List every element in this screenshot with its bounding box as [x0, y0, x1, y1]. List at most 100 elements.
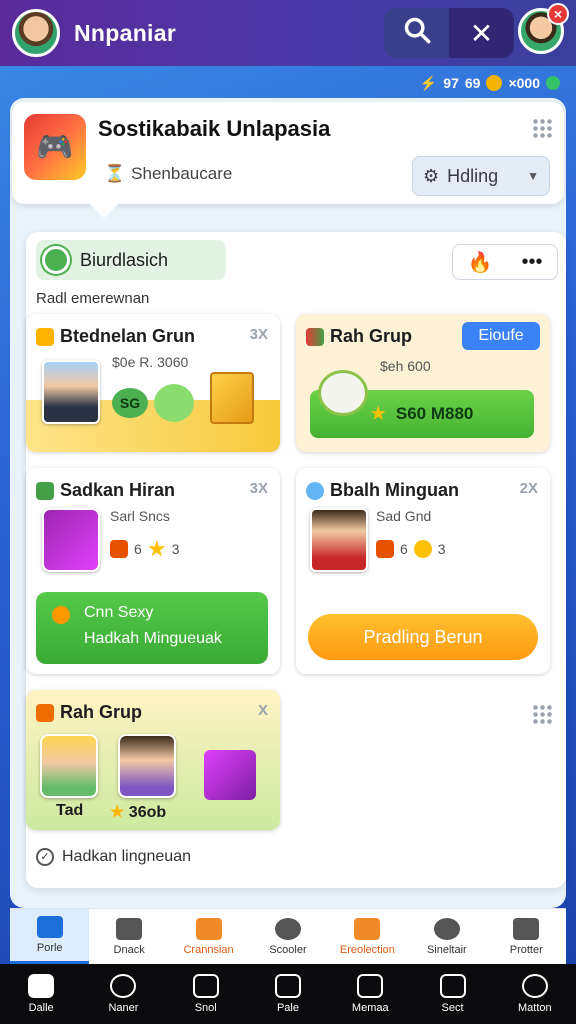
badge-count: 6: [134, 541, 142, 557]
tab-label: Sineltair: [426, 943, 467, 956]
house-icon: [274, 974, 301, 998]
search-button[interactable]: [384, 8, 449, 58]
footer-check-label: Hadkan lingneuan: [62, 848, 191, 865]
clock-icon: [110, 974, 137, 998]
nav-pale[interactable]: Pale: [247, 964, 329, 1024]
group-card-2[interactable]: Rah Grup Eioufe $eh 600 ★ S60 M880: [296, 314, 550, 452]
nav-naner[interactable]: Naner: [82, 964, 164, 1024]
tab-sineltair[interactable]: Sineltair: [407, 909, 486, 964]
group-card-title: Rah Grup: [330, 326, 413, 346]
tab-scooler[interactable]: Scooler: [248, 909, 327, 964]
check-circle-icon: ✓: [36, 848, 54, 866]
badge-value: 3: [437, 541, 446, 557]
member-avatar: [118, 734, 176, 798]
tab-label: Crannsian: [183, 943, 234, 956]
group-icon: [36, 703, 54, 722]
banner-subtitle: Shenbaucare: [131, 164, 233, 183]
group-card-title: Rah Grup: [60, 702, 143, 722]
more-options-button[interactable]: 🔥 •••: [452, 244, 558, 280]
content-panel: 🎮 Sostikabaik Unlapasia ⏳ Shenbaucare ⚙ …: [10, 98, 566, 908]
tab-ereolection[interactable]: Ereolection: [328, 909, 407, 964]
group-card-title-row: Bbalh Minguan: [306, 480, 459, 501]
nav-label: Pale: [276, 1002, 299, 1014]
bottom-navigation: Dalle Naner Snol Pale Memaa Sect Matton: [0, 964, 576, 1024]
status-value-1: 97: [443, 75, 459, 91]
gift-box-icon: [210, 372, 254, 424]
group-card-title: Bbalh Minguan: [330, 480, 459, 500]
clock-icon: [433, 917, 460, 940]
tab-crannsian[interactable]: Crannsian: [169, 909, 248, 964]
group-card-banner[interactable]: Cnn Sexy Hadkah Mingueuak: [36, 592, 268, 664]
primary-action-button[interactable]: Pradling Berun: [308, 614, 538, 660]
group-card-5[interactable]: Rah Grup X Tad ★ 36ob: [26, 690, 280, 830]
tab-home[interactable]: Porle: [10, 909, 90, 964]
section-pill[interactable]: Biurdlasich: [36, 240, 226, 280]
status-strip: ⚡ 97 69 ×000: [420, 72, 560, 94]
square-icon: [192, 974, 219, 998]
group-card-1[interactable]: Btednelan Grun 3X $0e R. 3060 SG: [26, 314, 280, 452]
nav-label: Sect: [441, 1002, 464, 1014]
coin-icon: [52, 606, 70, 624]
dismiss-button[interactable]: 3X: [250, 480, 268, 497]
fire-icon: 🔥: [467, 251, 493, 274]
medal-icon: [110, 540, 128, 558]
star-icon: [148, 540, 166, 557]
sort-dropdown[interactable]: ⚙ Hdling ▼: [412, 156, 550, 196]
banner-title: Cnn Sexy: [84, 604, 154, 621]
join-button[interactable]: Eioufe: [462, 322, 540, 350]
group-card-title-row: Rah Grup: [36, 702, 142, 723]
nav-snol[interactable]: Snol: [165, 964, 247, 1024]
top-actions: ✕: [384, 8, 514, 58]
list-icon: [513, 917, 540, 940]
close-button[interactable]: ✕: [449, 8, 514, 58]
nav-sect[interactable]: Sect: [411, 964, 493, 1024]
banner-subtitle: Hadkah Mingueuak: [84, 630, 222, 647]
badge-sg: SG: [112, 388, 148, 418]
grip-icon[interactable]: [532, 704, 552, 724]
dismiss-button[interactable]: 2X: [520, 480, 538, 497]
nav-memaa[interactable]: Memaa: [329, 964, 411, 1024]
nav-home[interactable]: Dalle: [0, 964, 82, 1024]
gift-box-icon: [204, 750, 256, 800]
grip-icon[interactable]: [532, 118, 552, 138]
status-value-3: ×000: [508, 75, 540, 91]
status-value-2: 69: [464, 75, 481, 91]
app-title: Nnpaniar: [74, 19, 177, 46]
home-icon: [28, 974, 55, 998]
group-card-3[interactable]: Sadkan Hiran 3X Sarl Sncs 6 3 Cnn Sexy H…: [26, 468, 280, 674]
tab-label: Scooler: [269, 943, 307, 956]
mail-icon: [357, 974, 384, 998]
group-icon: [306, 327, 324, 346]
tag-icon: [195, 917, 222, 940]
tab-protter[interactable]: Protter: [487, 909, 566, 964]
nav-label: Matton: [518, 1002, 552, 1014]
dismiss-button[interactable]: 3X: [250, 326, 268, 343]
group-card-4[interactable]: Bbalh Minguan 2X Sad Gnd 6 3 Pradling Be…: [296, 468, 550, 674]
user-avatar[interactable]: [12, 9, 60, 57]
notification-badge-icon: ×: [547, 3, 569, 25]
banner-title: Sostikabaik Unlapasia: [98, 116, 331, 141]
group-card-badges: 6 3: [110, 540, 180, 558]
bolt-icon: ⚡: [419, 74, 438, 91]
badge-count: 6: [400, 541, 408, 557]
group-card-title: Sadkan Hiran: [60, 480, 176, 500]
tab-label: Dnack: [113, 943, 145, 956]
group-icon: [36, 327, 54, 346]
chart-icon: [439, 974, 466, 998]
dismiss-button[interactable]: X: [258, 702, 268, 719]
tab-label: Ereolection: [339, 943, 395, 956]
section-label: Radl emerewnan: [36, 290, 150, 307]
footer-check-row[interactable]: ✓ Hadkan lingneuan: [36, 848, 191, 866]
game-logo-icon: 🎮: [24, 114, 86, 180]
nav-label: Naner: [108, 1002, 139, 1014]
top-app-bar: Nnpaniar ✕ ×: [0, 0, 576, 66]
nav-matton[interactable]: Matton: [494, 964, 576, 1024]
group-card-title: Btednelan Grun: [60, 326, 196, 346]
nav-label: Dalle: [28, 1002, 54, 1014]
more-dots-icon: •••: [521, 250, 543, 273]
section-pill-label: Biurdlasich: [80, 249, 169, 270]
tab-dnack[interactable]: Dnack: [89, 909, 168, 964]
profile-avatar[interactable]: ×: [518, 3, 569, 54]
online-dot-icon: [546, 76, 560, 90]
target-icon: [42, 246, 70, 274]
